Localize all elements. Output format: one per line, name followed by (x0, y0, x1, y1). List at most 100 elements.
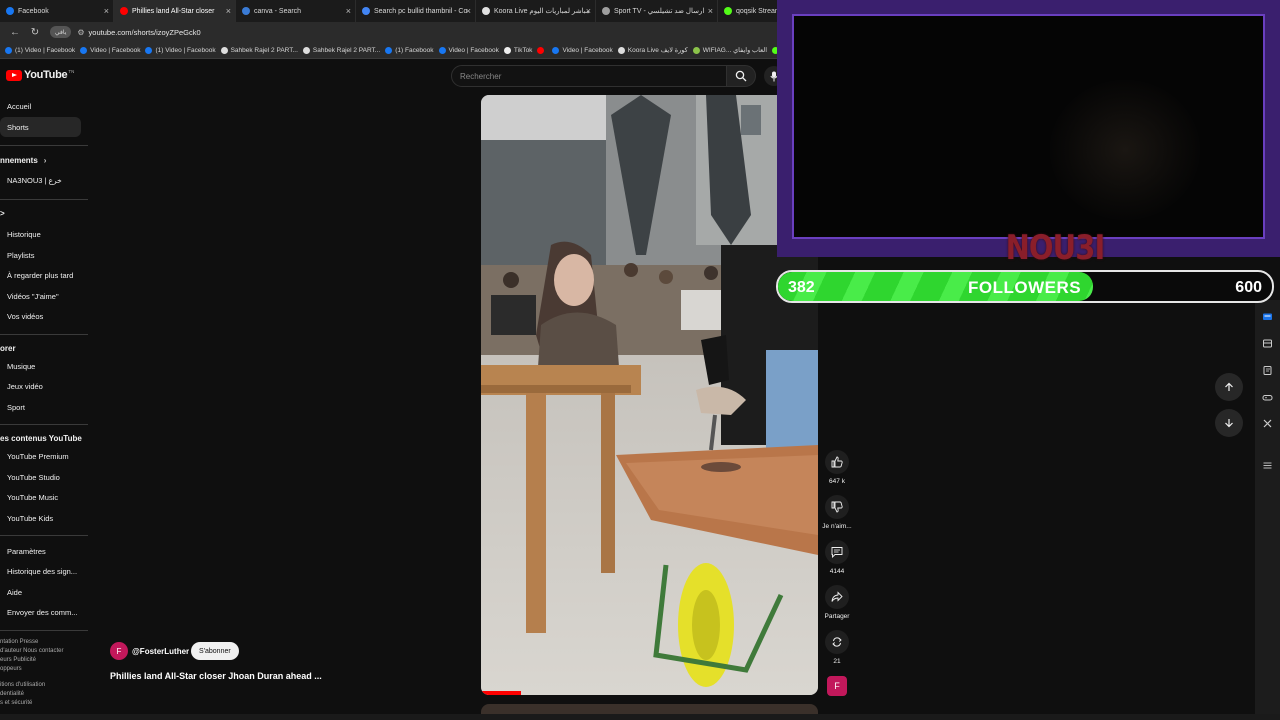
thumbs-up-icon (831, 456, 843, 468)
sidebar-item-feedback[interactable]: Envoyer des comm... (7, 608, 77, 617)
browser-tab[interactable]: Sport TV - ارسال ضد تشيلسي × (596, 0, 718, 22)
tab-title: Koora Live مباشر لمباريات اليوم (494, 8, 590, 15)
tab-favicon-icon (242, 7, 250, 15)
sidebar-divider (0, 199, 88, 200)
sidebar-item-premium[interactable]: YouTube Premium (7, 452, 69, 461)
tab-title: Sport TV - ارسال ضد تشيلسي (614, 8, 705, 15)
sidebar-subscriptions-label: nnements (0, 156, 38, 165)
gamepad-icon[interactable] (1262, 392, 1273, 403)
sidebar-item-sport[interactable]: Sport (7, 403, 25, 412)
browser-tab[interactable]: Facebook × (0, 0, 114, 22)
search-input[interactable]: Rechercher (451, 65, 728, 87)
bookmark-favicon-icon (220, 46, 228, 54)
youtube-logo[interactable]: YouTube TN (6, 69, 74, 81)
bookmark-label: (1) Video | Facebook (15, 46, 76, 54)
bookmark-label: Video | Facebook (90, 46, 141, 54)
sidebar-item-your-videos[interactable]: Vos vidéos (7, 312, 43, 321)
reload-icon[interactable]: ↻ (30, 27, 40, 38)
bookmark-item[interactable]: TikTok (503, 46, 532, 54)
sidebar-item-liked-videos[interactable]: Vidéos "J'aime" (7, 292, 59, 301)
subscribe-button[interactable]: S'abonner (191, 642, 239, 660)
tab-close-icon[interactable]: × (104, 6, 109, 16)
tab-close-icon[interactable]: × (346, 6, 351, 16)
follower-goal-bar: 382 FOLLOWERS 600 (776, 270, 1274, 303)
footer-links[interactable]: dentialité (0, 691, 24, 697)
sidebar-item-music-app[interactable]: YouTube Music (7, 493, 58, 502)
browser-tab[interactable]: Koora Live مباشر لمباريات اليوم × (476, 0, 596, 22)
audio-source-avatar[interactable]: F (827, 676, 847, 696)
tab-close-icon[interactable]: × (226, 6, 231, 16)
tab-close-icon[interactable]: × (586, 6, 591, 16)
sidebar-subscriptions-heading[interactable]: nnements › (0, 156, 46, 165)
sidebar-item-history[interactable]: Historique (7, 230, 41, 239)
sidebar-item-music[interactable]: Musique (7, 362, 35, 371)
bookmark-item[interactable]: Sahbek Rajel 2 PART... (302, 46, 380, 54)
thumbs-down-icon (831, 501, 843, 513)
sidebar-item-settings[interactable]: Paramètres (7, 547, 46, 556)
sidebar-item-watch-later[interactable]: À regarder plus tard (7, 271, 73, 280)
footer-links[interactable]: oppeurs (0, 666, 22, 672)
sidebar-item-studio[interactable]: YouTube Studio (7, 473, 60, 482)
tab-close-icon[interactable]: × (466, 6, 471, 16)
dislike-button[interactable] (825, 495, 849, 519)
sidebar-item-home[interactable]: Accueil (7, 102, 31, 111)
footer-links[interactable]: itions d'utilisation (0, 682, 45, 688)
browser-tab[interactable]: Search pc bullid thambnil - Co × (356, 0, 476, 22)
remix-button[interactable] (825, 630, 849, 654)
channel-avatar[interactable]: F (110, 642, 128, 660)
footer-links[interactable]: s et sécurité (0, 700, 32, 706)
sidebar-item-help[interactable]: Aide (7, 588, 22, 597)
next-short-button[interactable] (1215, 409, 1243, 437)
previous-short-button[interactable] (1215, 373, 1243, 401)
sidebar-item-playlists[interactable]: Playlists (7, 251, 35, 260)
bookmark-item[interactable]: WIFIAG... العاب وايفاي (692, 46, 767, 54)
bookmark-favicon-icon (438, 46, 446, 54)
bookmark-item[interactable]: (1) Video | Facebook (145, 46, 216, 54)
url-text[interactable]: youtube.com/shorts/izoyZPeGck0 (89, 28, 201, 37)
bookmark-item[interactable]: (1) Video | Facebook (5, 46, 76, 54)
tools-icon[interactable] (1262, 418, 1273, 429)
remix-icon (832, 637, 842, 647)
bookmark-item[interactable] (537, 46, 547, 54)
footer-links[interactable]: eurs Publicité (0, 657, 36, 663)
bookmark-item[interactable]: (1) Facebook (385, 46, 434, 54)
footer-links[interactable]: ntation Presse (0, 639, 38, 645)
follower-goal-target: 600 (1235, 279, 1262, 296)
bookmark-favicon-icon (145, 46, 153, 54)
tab-close-icon[interactable]: × (708, 6, 713, 16)
sidebar-item-shorts[interactable]: Shorts (7, 123, 29, 132)
short-title[interactable]: Phillies land All-Star closer Jhoan Dura… (110, 671, 322, 681)
sidebar-item-channel[interactable]: NA3NOU3 | خرع (7, 176, 62, 185)
tab-favicon-icon (362, 7, 370, 15)
site-info-chip[interactable]: يافي (50, 26, 72, 38)
like-button[interactable] (825, 450, 849, 474)
search-button[interactable] (726, 65, 756, 87)
channel-name[interactable]: @FosterLuther (132, 647, 189, 656)
sidebar-item-gaming[interactable]: Jeux vidéo (7, 382, 43, 391)
sidebar-item-kids[interactable]: YouTube Kids (7, 514, 53, 523)
shorts-video-player[interactable] (481, 95, 818, 695)
browser-tab[interactable]: Phillies land All-Star closer × (114, 0, 236, 22)
tune-icon[interactable]: ⚙ (77, 28, 84, 37)
comments-button[interactable] (825, 540, 849, 564)
footer-links[interactable]: d'auteur Nous contacter (0, 648, 64, 654)
bookmark-item[interactable]: Sahbek Rajel 2 PART... (220, 46, 298, 54)
share-button[interactable] (825, 585, 849, 609)
browser-tab[interactable]: canva - Search × (236, 0, 356, 22)
back-icon[interactable]: ← (10, 27, 20, 38)
bookmark-item[interactable]: Koora Live كورة لايف (617, 46, 688, 54)
chat-icon[interactable] (1262, 312, 1273, 323)
bookmark-item[interactable]: Video | Facebook (552, 46, 613, 54)
bookmark-item[interactable]: Video | Facebook (80, 46, 141, 54)
notes-icon[interactable] (1262, 365, 1273, 376)
sidebar-more-youtube-heading: es contenus YouTube (0, 434, 82, 443)
bookmark-item[interactable]: Video | Facebook (438, 46, 499, 54)
sidebar-item-report-history[interactable]: Historique des sign... (7, 567, 77, 576)
wallet-icon[interactable] (1262, 338, 1273, 349)
share-arrow-icon (831, 591, 843, 602)
sidebar-you-heading[interactable]: > (0, 209, 5, 218)
bookmark-favicon-icon (692, 46, 700, 54)
customize-icon[interactable] (1262, 460, 1273, 471)
browser-tab[interactable]: qoqsik Stream (718, 0, 778, 22)
sidebar-divider (0, 630, 88, 631)
